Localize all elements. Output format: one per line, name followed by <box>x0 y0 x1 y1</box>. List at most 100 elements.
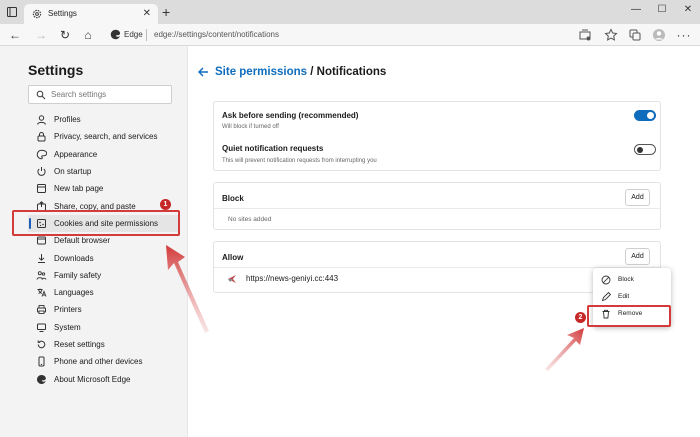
home-button[interactable]: ⌂ <box>80 27 96 43</box>
browser-tab-settings[interactable]: Settings ✕ <box>24 4 158 24</box>
url-text[interactable]: edge://settings/content/notifications <box>154 30 279 39</box>
sidebar-item-appearance[interactable]: Appearance <box>28 146 178 163</box>
sidebar-item-label: Family safety <box>54 270 102 280</box>
power-icon <box>37 167 46 176</box>
address-separator <box>146 29 147 41</box>
sidebar-item-system[interactable]: System <box>28 319 178 336</box>
highlight-cookies-item <box>12 210 180 236</box>
sidebar-item-about-microsoft-edge[interactable]: About Microsoft Edge <box>28 370 178 387</box>
sidebar-item-label: New tab page <box>54 184 104 194</box>
lock-icon <box>37 132 46 142</box>
languages-icon <box>37 288 47 297</box>
new-tab-button[interactable]: + <box>162 5 170 19</box>
back-button[interactable]: ← <box>7 27 23 43</box>
quiet-requests-subtitle: This will prevent notification requests … <box>222 158 377 164</box>
profile-avatar-icon[interactable] <box>652 28 666 42</box>
tab-close-icon[interactable]: ✕ <box>143 8 151 20</box>
sidebar-item-languages[interactable]: Languages <box>28 284 178 301</box>
minimize-button[interactable]: — <box>626 3 646 17</box>
quiet-requests-title: Quiet notification requests <box>222 144 324 153</box>
sidebar-item-privacy-search-and-services[interactable]: Privacy, search, and services <box>28 128 178 145</box>
menu-item-block[interactable]: Block <box>593 271 671 288</box>
family-icon <box>36 271 47 280</box>
sidebar-item-on-startup[interactable]: On startup <box>28 163 178 180</box>
ask-before-sending-subtitle: Will block if turned off <box>222 124 279 130</box>
notification-settings-card: Ask before sending (recommended) Will bl… <box>213 101 661 171</box>
system-icon <box>37 323 46 332</box>
sidebar-item-label: Languages <box>54 288 94 298</box>
step-badge-2: 2 <box>575 312 586 323</box>
gear-icon <box>32 9 42 19</box>
sidebar-item-family-safety[interactable]: Family safety <box>28 267 178 284</box>
collections-icon[interactable] <box>628 28 642 42</box>
breadcrumb-separator: / <box>307 66 317 78</box>
edge-logo-icon <box>110 29 121 40</box>
site-permissions-icon[interactable] <box>578 28 592 42</box>
sidebar-item-label: Printers <box>54 305 82 315</box>
menu-item-edit-label: Edit <box>618 293 630 300</box>
edge-label: Edge <box>124 30 143 39</box>
favorites-star-icon[interactable] <box>604 28 618 42</box>
appearance-icon <box>36 149 47 160</box>
edge-icon <box>36 374 46 384</box>
forward-button[interactable]: → <box>33 27 49 43</box>
reset-icon <box>37 340 46 349</box>
block-section: Block Add No sites added <box>213 182 661 230</box>
phone-icon <box>38 356 45 367</box>
highlight-remove-item <box>587 305 671 327</box>
profile-icon <box>37 115 46 125</box>
step-badge-1: 1 <box>160 199 171 210</box>
sidebar-item-label: Privacy, search, and services <box>54 132 158 142</box>
sidebar-item-label: Profiles <box>54 115 81 125</box>
search-icon <box>36 90 46 100</box>
close-window-button[interactable]: ✕ <box>678 3 698 17</box>
breadcrumb: Site permissions / Notifications <box>215 66 386 78</box>
sidebar-item-label: Reset settings <box>54 340 105 349</box>
new-tab-icon <box>37 184 46 194</box>
settings-sidebar: Settings Profiles Privacy, search, and se… <box>0 46 188 437</box>
title-bar: Settings ✕ + — ☐ ✕ <box>0 0 700 24</box>
block-add-button[interactable]: Add <box>625 189 650 206</box>
allow-title: Allow <box>222 253 244 262</box>
printer-icon <box>37 305 46 315</box>
quiet-requests-toggle[interactable] <box>634 144 656 155</box>
tab-actions-icon[interactable] <box>6 6 18 18</box>
maximize-button[interactable]: ☐ <box>652 3 672 17</box>
block-divider <box>214 208 660 209</box>
sidebar-item-label: System <box>54 322 81 332</box>
settings-nav: Profiles Privacy, search, and services App… <box>28 111 178 388</box>
sidebar-item-label: Downloads <box>54 253 94 263</box>
sidebar-item-new-tab-page[interactable]: New tab page <box>28 180 178 197</box>
browser-toolbar: ← → ↻ ⌂ Edge edge://settings/content/not… <box>0 24 700 46</box>
allow-add-button[interactable]: Add <box>625 248 650 265</box>
search-box[interactable] <box>28 85 172 104</box>
sidebar-item-printers[interactable]: Printers <box>28 301 178 318</box>
block-icon <box>601 275 611 284</box>
search-input[interactable] <box>51 88 167 101</box>
download-icon <box>38 253 45 263</box>
more-menu-button[interactable]: ··· <box>676 27 692 43</box>
ask-before-sending-title: Ask before sending (recommended) <box>222 111 359 120</box>
page-title: Notifications <box>316 66 387 78</box>
block-title: Block <box>222 194 244 203</box>
back-arrow-icon[interactable] <box>197 66 209 78</box>
refresh-button[interactable]: ↻ <box>57 27 73 43</box>
ask-before-sending-toggle[interactable] <box>634 110 656 121</box>
sidebar-title: Settings <box>28 62 84 78</box>
sidebar-item-label: About Microsoft Edge <box>54 374 131 384</box>
breadcrumb-site-permissions[interactable]: Site permissions <box>215 66 307 78</box>
block-empty-text: No sites added <box>228 216 272 223</box>
sidebar-item-reset-settings[interactable]: Reset settings <box>28 336 178 353</box>
browser-icon <box>37 236 46 245</box>
sidebar-item-label: Phone and other devices <box>54 357 143 367</box>
allowed-site-url: https://news-geniyi.cc:443 <box>246 274 339 283</box>
sidebar-item-phone-and-other-devices[interactable]: Phone and other devices <box>28 353 178 370</box>
tab-title: Settings <box>48 9 77 18</box>
allow-divider <box>214 267 660 268</box>
sidebar-item-profiles[interactable]: Profiles <box>28 111 178 128</box>
pencil-icon <box>601 291 611 301</box>
address-bar[interactable]: Edge edge://settings/content/notificatio… <box>100 26 600 44</box>
sidebar-item-label: On startup <box>54 167 92 177</box>
sidebar-item-downloads[interactable]: Downloads <box>28 249 178 266</box>
menu-item-edit[interactable]: Edit <box>593 288 671 305</box>
